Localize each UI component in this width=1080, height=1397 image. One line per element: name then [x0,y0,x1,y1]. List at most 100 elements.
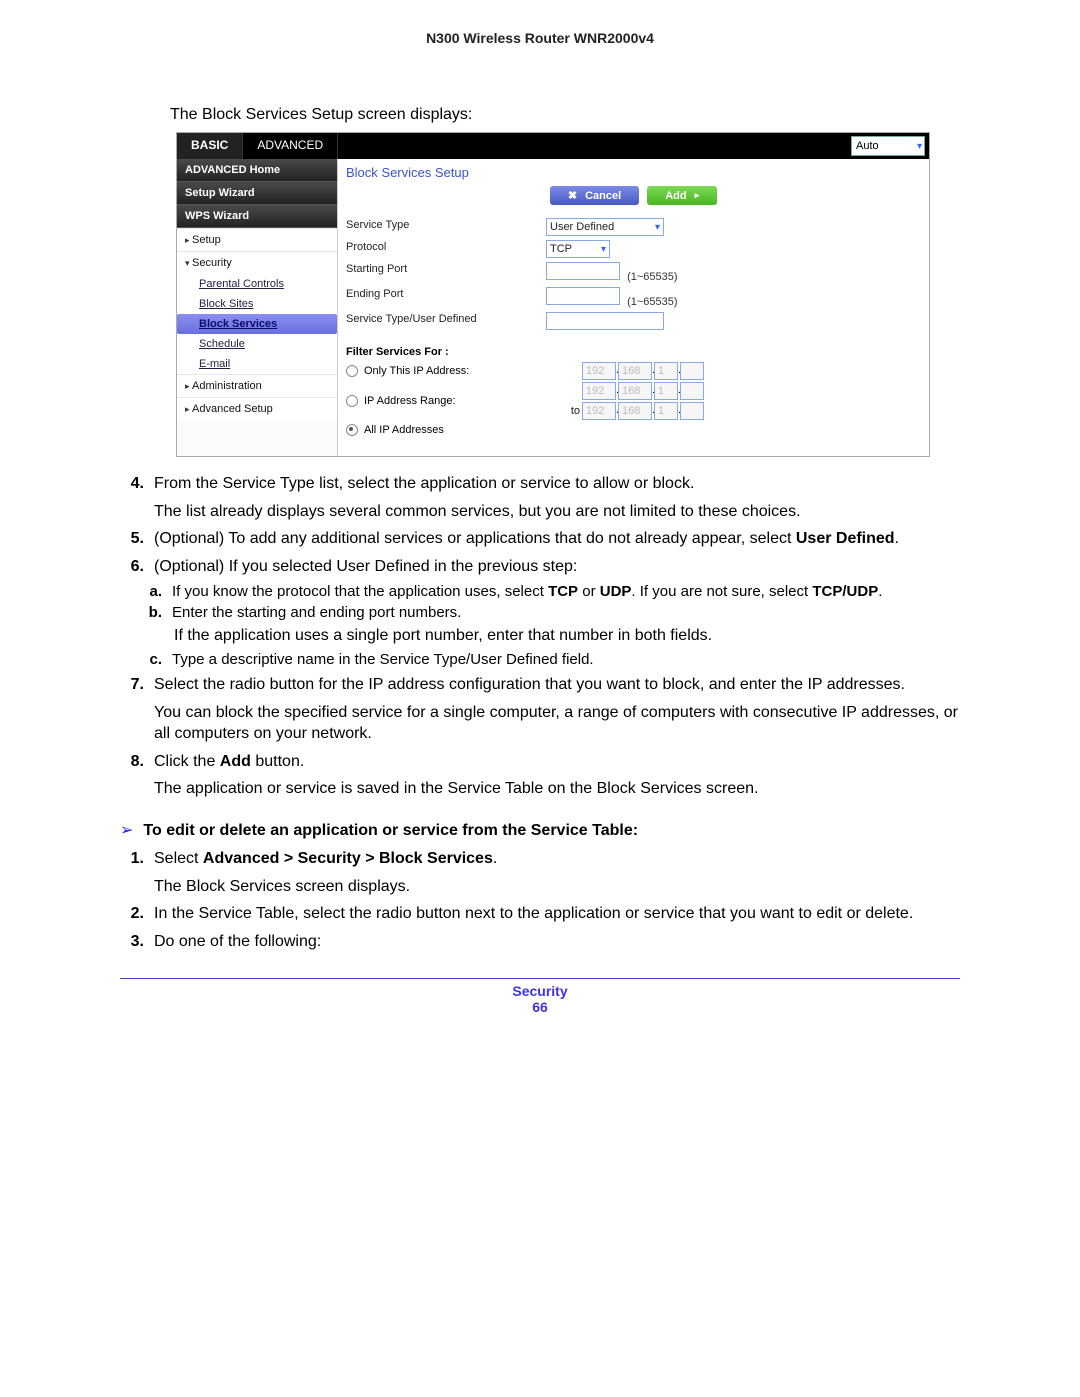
sidebar: ADVANCED Home Setup Wizard WPS Wizard Se… [177,159,338,456]
user-defined-input[interactable] [546,312,664,330]
ip-oct[interactable] [680,402,704,420]
port-hint-1: (1~65535) [627,271,677,283]
cancel-label: Cancel [585,190,621,202]
sidebar-item-administration[interactable]: Administration [177,374,337,397]
radio-ip-range[interactable] [346,395,358,407]
ip-oct[interactable]: 192 [582,362,616,380]
ip-only-this: 192. 168. 1. [582,362,704,380]
step-num: 1. [120,848,144,870]
step-text: Select the radio button for the IP addre… [154,674,960,696]
chevron-down-icon: ▾ [917,141,922,152]
step-text: (Optional) To add any additional service… [154,528,960,550]
top-select-value: Auto [856,140,879,152]
chevron-down-icon: ▾ [601,244,606,255]
substep-text: If the application uses a single port nu… [174,625,960,647]
substep-text: Type a descriptive name in the Service T… [172,651,594,668]
sidebar-sub-parental[interactable]: Parental Controls [177,274,337,294]
label-user-defined: Service Type/User Defined [346,311,546,334]
port-hint-2: (1~65535) [627,296,677,308]
ip-oct[interactable]: 192 [582,402,616,420]
footer-section: Security [120,983,960,999]
substep-letter: a. [144,583,162,600]
page-number: 66 [120,999,960,1015]
step-text: From the Service Type list, select the a… [154,473,960,495]
ip-range-from: 192. 168. 1. [582,382,704,400]
label-only-this-ip: Only This IP Address: [364,365,469,377]
ip-oct[interactable] [680,382,704,400]
footer-rule [120,978,960,979]
starting-port-input[interactable] [546,262,620,280]
ip-oct[interactable]: 1 [654,362,678,380]
sidebar-item-security[interactable]: Security [177,251,337,274]
intro-text: The Block Services Setup screen displays… [170,106,960,124]
cancel-button[interactable]: ✖ Cancel [550,186,639,205]
ip-oct[interactable] [680,362,704,380]
sidebar-sub-email[interactable]: E-mail [177,354,337,374]
sidebar-item-advanced-home[interactable]: ADVANCED Home [177,159,337,182]
add-label: Add [665,190,686,202]
tab-basic[interactable]: BASIC [177,133,243,159]
ip-oct[interactable]: 168 [618,362,652,380]
add-button[interactable]: Add ▸ [647,186,717,205]
service-type-select[interactable]: User Defined ▾ [546,218,664,236]
step-num: 8. [120,751,144,773]
step-num: 4. [120,473,144,495]
label-protocol: Protocol [346,239,546,259]
radio-only-this-ip[interactable] [346,365,358,377]
radio-all-ip[interactable] [346,424,358,436]
ending-port-input[interactable] [546,287,620,305]
protocol-select[interactable]: TCP ▾ [546,240,610,258]
label-all-ip: All IP Addresses [364,424,444,436]
sidebar-item-setup-wizard[interactable]: Setup Wizard [177,182,337,205]
step-text: The Block Services screen displays. [154,876,960,898]
label-service-type: Service Type [346,217,546,237]
ip-oct[interactable]: 192 [582,382,616,400]
ip-oct[interactable]: 168 [618,382,652,400]
procedure-title: To edit or delete an application or serv… [143,822,638,840]
procedure-heading: ➢ To edit or delete an application or se… [120,822,960,840]
triangle-right-icon: ▸ [695,190,700,201]
service-type-value: User Defined [550,221,614,233]
arrow-icon: ➢ [120,822,133,840]
step-num: 3. [120,931,144,953]
sidebar-sub-block-services[interactable]: Block Services [177,314,337,334]
ip-range-to: 192. 168. 1. [582,402,704,420]
step-text: Do one of the following: [154,931,960,953]
substep-letter: c. [144,651,162,668]
doc-header: N300 Wireless Router WNR2000v4 [120,30,960,46]
label-ip-range: IP Address Range: [364,395,456,407]
sidebar-sub-block-sites[interactable]: Block Sites [177,294,337,314]
substep-text: Enter the starting and ending port numbe… [172,604,461,621]
top-select[interactable]: Auto ▾ [851,136,925,156]
step-text: The application or service is saved in t… [154,778,960,800]
step-text: The list already displays several common… [154,501,960,523]
label-ending-port: Ending Port [346,286,546,309]
substep-text: If you know the protocol that the applic… [172,583,882,600]
chevron-down-icon: ▾ [655,222,660,233]
footer: Security 66 [120,983,960,1015]
ip-oct[interactable]: 168 [618,402,652,420]
tab-advanced[interactable]: ADVANCED [243,133,338,159]
close-icon: ✖ [568,189,577,202]
sidebar-item-advanced-setup[interactable]: Advanced Setup [177,397,337,420]
substep-letter: b. [144,604,162,621]
filter-heading: Filter Services For : [346,334,921,362]
step-text: (Optional) If you selected User Defined … [154,556,960,578]
step-text: You can block the specified service for … [154,702,960,745]
step-num: 2. [120,903,144,925]
step-num: 5. [120,528,144,550]
step-num: 6. [120,556,144,578]
sidebar-item-setup[interactable]: Setup [177,228,337,251]
label-to: to [546,405,580,417]
ip-oct[interactable]: 1 [654,402,678,420]
label-starting-port: Starting Port [346,261,546,284]
sidebar-item-wps-wizard[interactable]: WPS Wizard [177,205,337,228]
ip-oct[interactable]: 1 [654,382,678,400]
step-text: Click the Add button. [154,751,960,773]
panel-title: Block Services Setup [346,163,921,186]
step-text: Select Advanced > Security > Block Servi… [154,848,960,870]
step-num: 7. [120,674,144,696]
main-panel: Block Services Setup ✖ Cancel Add ▸ Serv… [338,159,929,456]
router-screenshot: BASIC ADVANCED Auto ▾ ADVANCED Home Setu… [176,132,930,457]
sidebar-sub-schedule[interactable]: Schedule [177,334,337,354]
